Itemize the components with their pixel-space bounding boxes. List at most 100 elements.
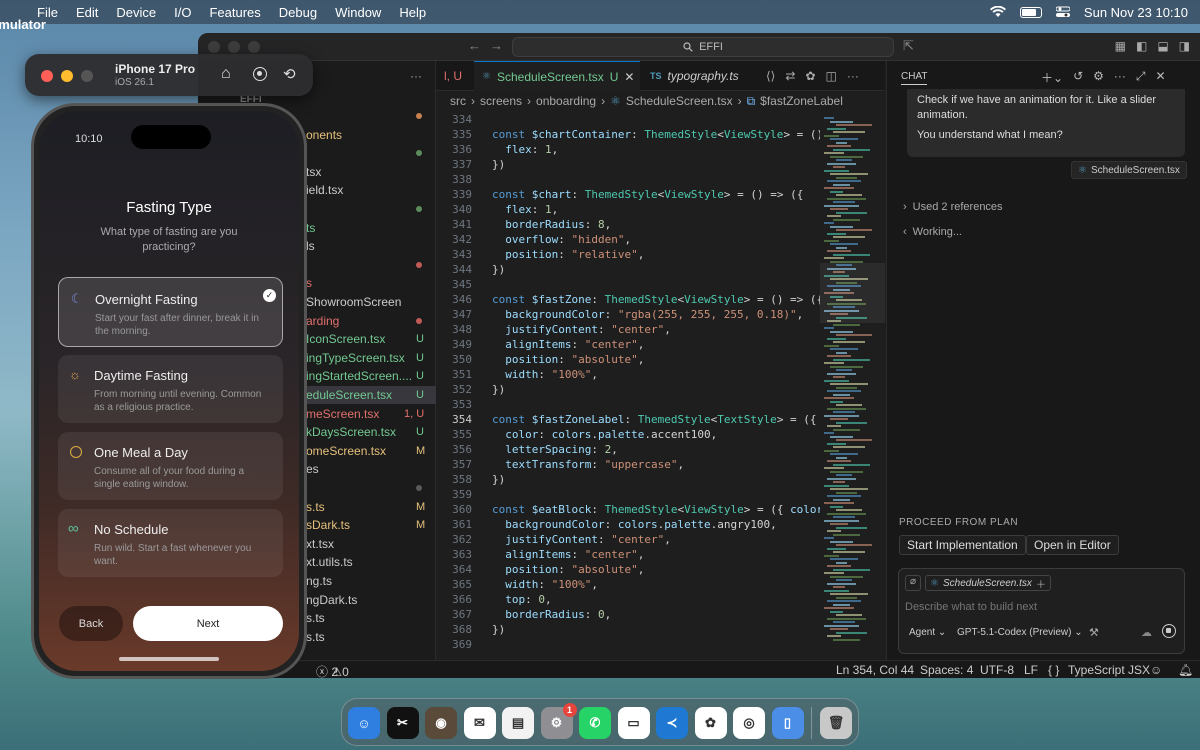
remote-icon[interactable]: ⇱ — [903, 38, 914, 54]
breadcrumb-item[interactable]: ScheduleScreen.tsx — [626, 94, 733, 108]
option-overnight-fasting[interactable]: ☾ Overnight Fasting Start your fast afte… — [58, 277, 283, 347]
more-icon[interactable]: ··· — [1114, 69, 1126, 86]
window-close-button[interactable] — [208, 41, 220, 53]
code-line[interactable]: borderRadius: 0, — [492, 608, 611, 621]
more-actions-icon[interactable]: ··· — [847, 69, 859, 83]
encoding[interactable]: UTF-8 — [980, 663, 1014, 677]
code-line[interactable]: alignItems: "center", — [492, 548, 644, 561]
tab-typography[interactable]: TS typography.ts — [642, 61, 747, 91]
code-line[interactable]: const $chart: ThemedStyle<ViewStyle> = (… — [492, 188, 803, 201]
history-icon[interactable]: ↺ — [1073, 69, 1083, 86]
battery-icon[interactable] — [1019, 6, 1042, 18]
system-settings-icon[interactable]: ⚙ 1 — [540, 703, 577, 739]
zoom-button[interactable] — [81, 70, 93, 82]
mode-picker[interactable]: Agent ⌄ — [909, 627, 946, 638]
code-line[interactable]: }) — [492, 383, 505, 396]
customize-layout-icon[interactable]: ▦ — [1115, 39, 1126, 53]
control-center-icon[interactable] — [1055, 6, 1070, 18]
home-icon[interactable]: ⌂ — [221, 65, 231, 83]
menu-debug[interactable]: Debug — [270, 5, 326, 20]
option-no-schedule[interactable]: ∞ No Schedule Run wild. Start a fast whe… — [58, 509, 283, 577]
code-line[interactable]: textTransform: "uppercase", — [492, 458, 684, 471]
code-line[interactable]: const $eatBlock: ThemedStyle<ViewStyle> … — [492, 503, 820, 516]
attachment-chip[interactable]: ⚛ ScheduleScreen.tsx — [1071, 161, 1187, 179]
menu-features[interactable]: Features — [200, 5, 269, 20]
context-file-chip[interactable]: ⚛ ScheduleScreen.tsx ＋ — [925, 575, 1051, 591]
finder-icon[interactable]: ☺ — [348, 707, 380, 739]
window-minimize-button[interactable] — [228, 41, 240, 53]
open-in-editor-button[interactable]: Open in Editor — [1026, 535, 1119, 555]
code-line[interactable]: width: "100%", — [492, 368, 598, 381]
tab-previous[interactable]: l, U — [436, 61, 470, 91]
code-line[interactable]: position: "absolute", — [492, 353, 644, 366]
close-icon[interactable]: ✕ — [1156, 69, 1166, 86]
toggle-secondary-sidebar-icon[interactable]: ◨ — [1179, 39, 1190, 53]
attach-icon[interactable]: ⌀ — [905, 575, 921, 591]
simulator-icon[interactable]: ▯ — [771, 707, 804, 739]
menu-io[interactable]: I/O — [165, 5, 200, 20]
code-line[interactable]: backgroundColor: colors.palette.angry100… — [492, 518, 777, 531]
problems-indicator[interactable]: ⓧ 2 ⚠ 0 — [316, 663, 349, 678]
split-editor-icon[interactable]: ◫ — [826, 69, 837, 83]
code-editor[interactable]: 334 335 const $chartContainer: ThemedStyle… — [436, 113, 820, 660]
code-line[interactable]: backgroundColor: "rgba(255, 255, 255, 0.… — [492, 308, 803, 321]
chrome-icon[interactable]: ◎ — [733, 707, 765, 739]
chat-title[interactable]: CHAT — [901, 71, 928, 85]
minimap-viewport[interactable] — [820, 263, 885, 323]
breadcrumb-item[interactable]: src — [450, 94, 466, 108]
menu-app-name[interactable]: Simulator — [0, 8, 46, 40]
code-line[interactable]: flex: 1, — [492, 203, 558, 216]
code-line[interactable]: }) — [492, 473, 505, 486]
forward-arrow-icon[interactable]: → — [490, 38, 503, 53]
menu-help[interactable]: Help — [390, 5, 435, 20]
code-line[interactable]: }) — [492, 263, 505, 276]
git-compare-icon[interactable]: ⇄ — [785, 69, 795, 83]
trash-icon[interactable]: 🗑︎ — [820, 707, 852, 739]
toggle-sidebar-icon[interactable]: ◧ — [1136, 39, 1147, 53]
copilot-icon[interactable]: ✿ — [805, 69, 815, 83]
code-line[interactable]: borderRadius: 8, — [492, 218, 611, 231]
toggle-panel-icon[interactable]: ⬓ — [1157, 39, 1168, 53]
add-context-icon[interactable]: ＋ — [1036, 576, 1046, 591]
clock-text[interactable]: Sun Nov 23 10:10 — [1084, 5, 1188, 20]
chatgpt-icon[interactable]: ✿ — [694, 707, 727, 739]
language-braces[interactable]: { } — [1048, 663, 1059, 677]
copilot-status-icon[interactable]: ☺ — [1150, 663, 1162, 677]
code-line[interactable]: top: 0, — [492, 593, 551, 606]
whatsapp-icon[interactable]: ✆ — [579, 707, 611, 739]
code-line[interactable]: }) — [492, 623, 505, 636]
references-toggle[interactable]: › Used 2 references — [903, 201, 1003, 213]
notes-grid-icon[interactable]: ▤ — [502, 707, 534, 739]
code-line[interactable]: position: "relative", — [492, 248, 644, 261]
back-button[interactable]: Back — [59, 606, 123, 641]
option-daytime-fasting[interactable]: ☼ Daytime Fasting From morning until eve… — [58, 355, 283, 423]
minimap[interactable] — [820, 113, 885, 660]
command-center[interactable]: EFFI — [512, 37, 894, 57]
stop-icon[interactable] — [1162, 624, 1176, 638]
start-implementation-button[interactable]: Start Implementation — [899, 535, 1026, 555]
maximize-icon[interactable]: ⤢ — [1136, 69, 1146, 86]
explorer-more-icon[interactable]: ··· — [410, 69, 422, 83]
code-line[interactable]: justifyContent: "center", — [492, 533, 671, 546]
code-line[interactable]: color: colors.palette.accent100, — [492, 428, 717, 441]
eol[interactable]: LF — [1024, 663, 1038, 677]
menu-edit[interactable]: Edit — [67, 5, 107, 20]
breadcrumb-item[interactable]: screens — [480, 94, 522, 108]
capcut-icon[interactable]: ✂ — [386, 707, 419, 739]
model-picker[interactable]: GPT-5.1-Codex (Preview) ⌄ — [957, 627, 1083, 638]
code-line[interactable]: justifyContent: "center", — [492, 323, 671, 336]
messenger-icon[interactable]: ✉ — [463, 707, 496, 739]
breadcrumb-item[interactable]: onboarding — [536, 94, 596, 108]
code-line[interactable]: }) — [492, 158, 505, 171]
cloud-icon[interactable]: ☁ — [1141, 626, 1152, 639]
language-mode[interactable]: TypeScript JSX — [1068, 663, 1150, 677]
rotate-icon[interactable]: ⟲ — [283, 65, 296, 83]
code-line[interactable]: const $chartContainer: ThemedStyle<ViewS… — [492, 128, 820, 141]
code-line[interactable]: alignItems: "center", — [492, 338, 644, 351]
code-line[interactable]: letterSpacing: 2, — [492, 443, 618, 456]
indentation[interactable]: Spaces: 4 — [920, 663, 973, 677]
code-line[interactable]: const $fastZone: ThemedStyle<ViewStyle> … — [492, 293, 820, 306]
wifi-icon[interactable] — [989, 6, 1006, 18]
minimize-button[interactable] — [61, 70, 73, 82]
tab-overflow-icon[interactable]: ⟨⟩ — [766, 69, 775, 83]
